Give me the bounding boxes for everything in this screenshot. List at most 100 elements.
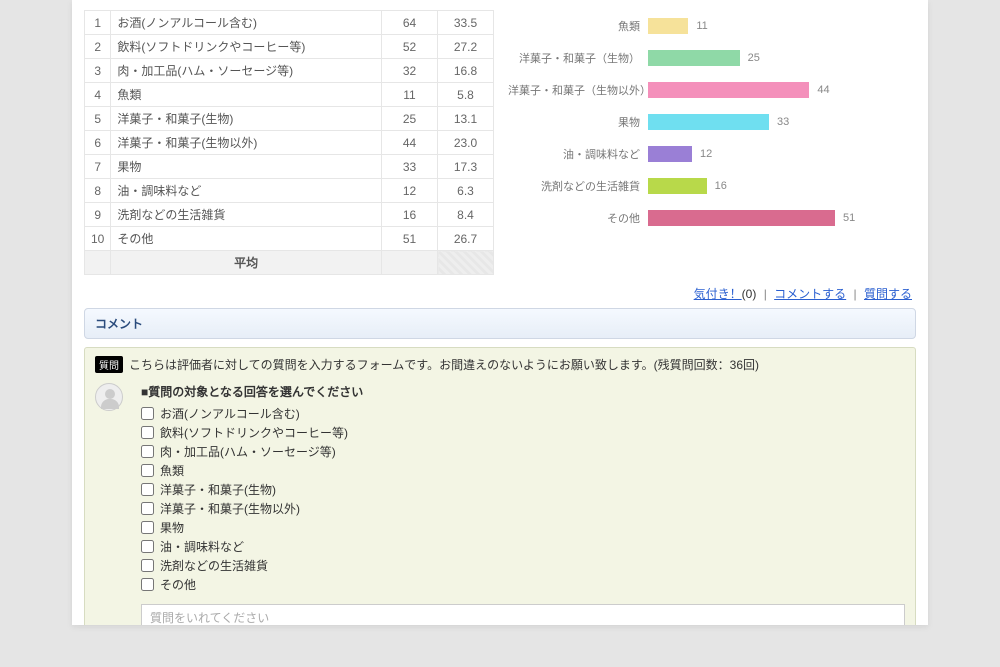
kizuki-count: (0) bbox=[742, 287, 757, 301]
top-section: 1お酒(ノンアルコール含む)6433.52飲料(ソフトドリンクやコーヒー等)52… bbox=[84, 10, 916, 275]
results-table-body: 1お酒(ノンアルコール含む)6433.52飲料(ソフトドリンクやコーヒー等)52… bbox=[85, 11, 494, 275]
separator: | bbox=[850, 287, 861, 301]
question-option-label: お酒(ノンアルコール含む) bbox=[160, 405, 300, 422]
row-value: 33 bbox=[382, 155, 438, 179]
question-option-label: 洗剤などの生活雑貨 bbox=[160, 557, 268, 574]
table-row: 4魚類115.8 bbox=[85, 83, 494, 107]
table-row: 10その他5126.7 bbox=[85, 227, 494, 251]
question-link[interactable]: 質問する bbox=[864, 287, 912, 301]
avg-percent bbox=[438, 251, 494, 275]
row-label: 果物 bbox=[111, 155, 382, 179]
question-option-label: 飲料(ソフトドリンクやコーヒー等) bbox=[160, 424, 348, 441]
table-row: 1お酒(ノンアルコール含む)6433.5 bbox=[85, 11, 494, 35]
row-percent: 33.5 bbox=[438, 11, 494, 35]
chart-bar-area: 12 bbox=[648, 146, 916, 162]
question-option-checkbox[interactable] bbox=[141, 464, 154, 477]
question-option-checkbox[interactable] bbox=[141, 407, 154, 420]
row-index: 5 bbox=[85, 107, 111, 131]
chart-category-label: 油・調味料など bbox=[508, 146, 648, 162]
question-badge: 質問 bbox=[95, 356, 123, 373]
question-option-checkbox[interactable] bbox=[141, 521, 154, 534]
chart-value-label: 44 bbox=[817, 84, 829, 96]
question-options-list: お酒(ノンアルコール含む) 飲料(ソフトドリンクやコーヒー等)肉・加工品(ハム・ソ… bbox=[141, 404, 905, 594]
question-option[interactable]: 飲料(ソフトドリンクやコーヒー等) bbox=[141, 423, 905, 442]
question-option-label: 洋菓子・和菓子(生物) bbox=[160, 481, 276, 498]
question-option-checkbox[interactable] bbox=[141, 502, 154, 515]
chart-category-label: その他 bbox=[508, 210, 648, 226]
chart-row: 洋菓子・和菓子（生物）25 bbox=[508, 42, 916, 74]
question-option[interactable]: 油・調味料など bbox=[141, 537, 905, 556]
chart-bar bbox=[648, 82, 809, 98]
row-value: 16 bbox=[382, 203, 438, 227]
page-root: 1お酒(ノンアルコール含む)6433.52飲料(ソフトドリンクやコーヒー等)52… bbox=[0, 0, 1000, 667]
question-option-checkbox[interactable] bbox=[141, 578, 154, 591]
question-option[interactable]: 洋菓子・和菓子(生物) bbox=[141, 480, 905, 499]
row-label: お酒(ノンアルコール含む) bbox=[111, 11, 382, 35]
table-row: 9洗剤などの生活雑貨168.4 bbox=[85, 203, 494, 227]
question-option-checkbox[interactable] bbox=[141, 445, 154, 458]
question-options-area: ■質問の対象となる回答を選んでください お酒(ノンアルコール含む) 飲料(ソフトド… bbox=[141, 383, 905, 625]
row-index: 6 bbox=[85, 131, 111, 155]
row-percent: 17.3 bbox=[438, 155, 494, 179]
row-label: 魚類 bbox=[111, 83, 382, 107]
row-value: 25 bbox=[382, 107, 438, 131]
row-percent: 8.4 bbox=[438, 203, 494, 227]
row-percent: 23.0 bbox=[438, 131, 494, 155]
chart-row: 洗剤などの生活雑貨16 bbox=[508, 170, 916, 202]
row-value: 44 bbox=[382, 131, 438, 155]
chart-category-label: 洋菓子・和菓子（生物） bbox=[508, 50, 648, 66]
table-row: 7果物3317.3 bbox=[85, 155, 494, 179]
table-row: 8油・調味料など126.3 bbox=[85, 179, 494, 203]
question-option-label: 魚類 bbox=[160, 462, 184, 479]
row-value: 12 bbox=[382, 179, 438, 203]
table-row: 3肉・加工品(ハム・ソーセージ等)3216.8 bbox=[85, 59, 494, 83]
chart-bar bbox=[648, 210, 835, 226]
chart-row: 洋菓子・和菓子（生物以外） 44 bbox=[508, 74, 916, 106]
main-panel: 1お酒(ノンアルコール含む)6433.52飲料(ソフトドリンクやコーヒー等)52… bbox=[72, 0, 928, 625]
question-option[interactable]: その他 bbox=[141, 575, 905, 594]
avatar-icon bbox=[95, 383, 123, 411]
row-value: 32 bbox=[382, 59, 438, 83]
kizuki-link[interactable]: 気付き！ bbox=[694, 287, 742, 301]
row-label: 洋菓子・和菓子(生物) bbox=[111, 107, 382, 131]
question-option[interactable]: 肉・加工品(ハム・ソーセージ等) bbox=[141, 442, 905, 461]
question-instruction-text: こちらは評価者に対しての質問を入力するフォームです。お間違えのないようにお願い致… bbox=[129, 356, 759, 373]
row-percent: 6.3 bbox=[438, 179, 494, 203]
row-index: 7 bbox=[85, 155, 111, 179]
row-label: その他 bbox=[111, 227, 382, 251]
row-percent: 5.8 bbox=[438, 83, 494, 107]
chart-bar-area: 44 bbox=[648, 82, 916, 98]
action-links: 気付き！(0) | コメントする | 質問する bbox=[84, 275, 916, 308]
question-option-checkbox[interactable] bbox=[141, 540, 154, 553]
chart-bar bbox=[648, 146, 692, 162]
row-index: 8 bbox=[85, 179, 111, 203]
question-input[interactable] bbox=[141, 604, 905, 625]
table-row: 5洋菓子・和菓子(生物)2513.1 bbox=[85, 107, 494, 131]
question-option[interactable]: 洋菓子・和菓子(生物以外) bbox=[141, 499, 905, 518]
question-options-title: ■質問の対象となる回答を選んでください bbox=[141, 383, 905, 400]
chart-row: その他51 bbox=[508, 202, 916, 234]
row-index: 10 bbox=[85, 227, 111, 251]
question-option-label: その他 bbox=[160, 576, 196, 593]
chart-category-label: 洋菓子・和菓子（生物以外） bbox=[508, 82, 648, 98]
question-option[interactable]: お酒(ノンアルコール含む) bbox=[141, 404, 905, 423]
row-value: 52 bbox=[382, 35, 438, 59]
row-index: 1 bbox=[85, 11, 111, 35]
question-option-checkbox[interactable] bbox=[141, 559, 154, 572]
chart-category-label: 洗剤などの生活雑貨 bbox=[508, 178, 648, 194]
chart-bar-area: 16 bbox=[648, 178, 916, 194]
question-option[interactable]: 洗剤などの生活雑貨 bbox=[141, 556, 905, 575]
chart-bar-area: 51 bbox=[648, 210, 916, 226]
row-index: 2 bbox=[85, 35, 111, 59]
question-option-label: 果物 bbox=[160, 519, 184, 536]
question-option-checkbox[interactable] bbox=[141, 426, 154, 439]
row-label: 肉・加工品(ハム・ソーセージ等) bbox=[111, 59, 382, 83]
row-percent: 16.8 bbox=[438, 59, 494, 83]
avg-value bbox=[382, 251, 438, 275]
question-option-label: 油・調味料など bbox=[160, 538, 244, 555]
chart-row: 魚類11 bbox=[508, 10, 916, 42]
question-option[interactable]: 魚類 bbox=[141, 461, 905, 480]
question-option[interactable]: 果物 bbox=[141, 518, 905, 537]
comment-link[interactable]: コメントする bbox=[774, 287, 846, 301]
question-option-checkbox[interactable] bbox=[141, 483, 154, 496]
